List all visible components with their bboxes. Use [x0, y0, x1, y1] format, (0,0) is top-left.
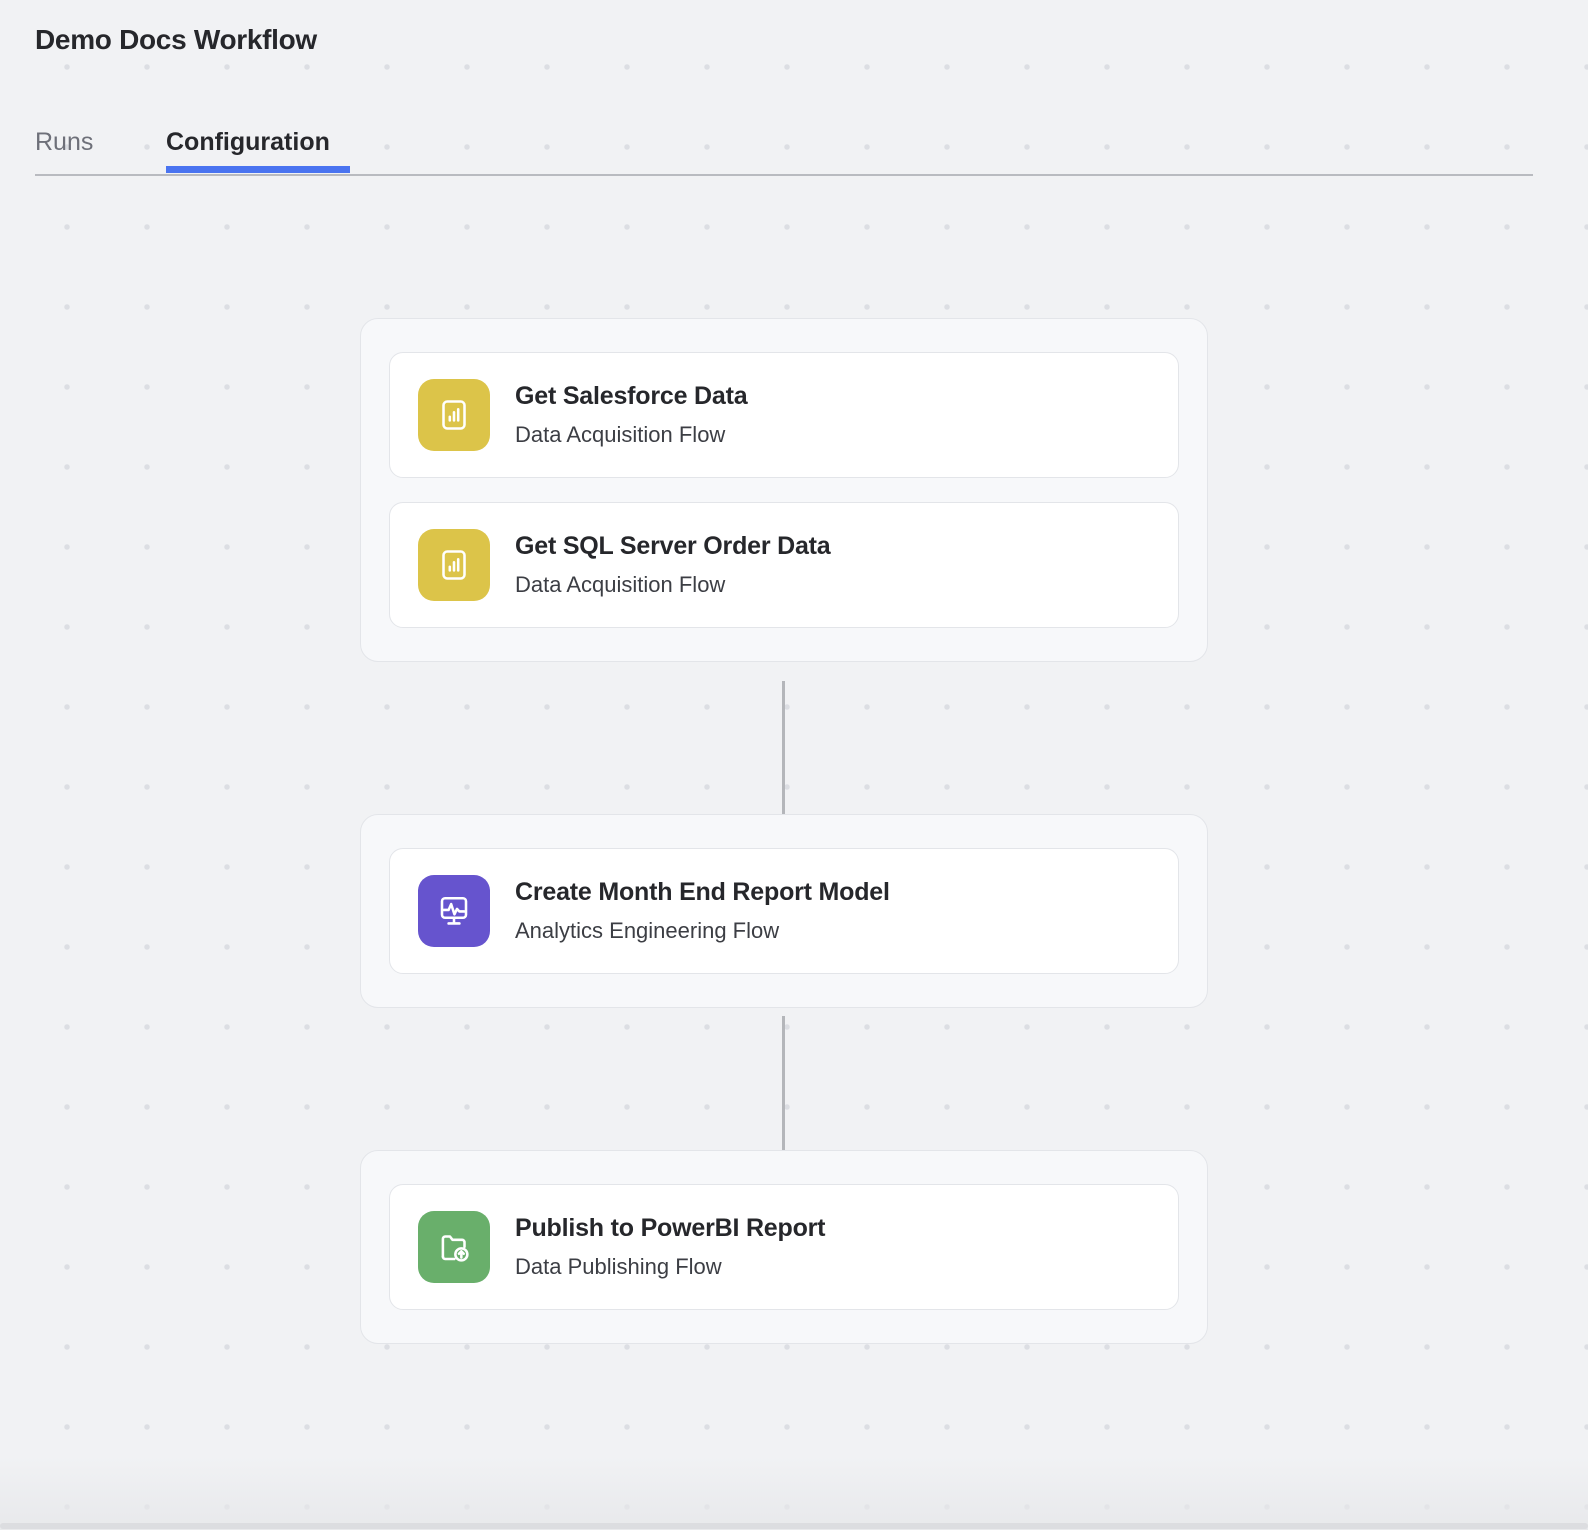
- node-subtitle: Data Acquisition Flow: [515, 571, 726, 597]
- connector-line-1: [782, 681, 785, 815]
- bar-chart-report-icon: [418, 379, 490, 451]
- node-title: Create Month End Report Model: [515, 877, 890, 906]
- page-title: Demo Docs Workflow: [35, 24, 317, 55]
- horizontal-scrollbar[interactable]: [0, 1522, 1588, 1530]
- node-title: Get Salesforce Data: [515, 381, 748, 410]
- node-subtitle: Data Acquisition Flow: [515, 421, 726, 447]
- bar-chart-report-icon: [418, 529, 490, 601]
- node-text: Publish to PowerBI Report Data Publishin…: [515, 1213, 825, 1282]
- node-text: Get SQL Server Order Data Data Acquisiti…: [515, 531, 831, 600]
- node-title: Get SQL Server Order Data: [515, 531, 831, 560]
- monitor-pulse-icon: [418, 875, 490, 947]
- folder-upload-icon: [418, 1211, 490, 1283]
- node-subtitle: Data Publishing Flow: [515, 1253, 722, 1279]
- node-card-get-sql-server-order-data[interactable]: Get SQL Server Order Data Data Acquisiti…: [389, 502, 1179, 628]
- node-group-3[interactable]: Publish to PowerBI Report Data Publishin…: [360, 1150, 1208, 1344]
- horizontal-scrollbar-thumb[interactable]: [0, 1523, 1588, 1529]
- node-group-1[interactable]: Get Salesforce Data Data Acquisition Flo…: [360, 318, 1208, 662]
- node-group-2[interactable]: Create Month End Report Model Analytics …: [360, 814, 1208, 1008]
- connector-line-2: [782, 1016, 785, 1151]
- node-text: Get Salesforce Data Data Acquisition Flo…: [515, 381, 748, 450]
- node-card-publish-to-powerbi-report[interactable]: Publish to PowerBI Report Data Publishin…: [389, 1184, 1179, 1310]
- node-card-get-salesforce-data[interactable]: Get Salesforce Data Data Acquisition Flo…: [389, 352, 1179, 478]
- tab-runs[interactable]: Runs: [35, 108, 93, 176]
- tab-bar: Runs Configuration: [35, 108, 1533, 176]
- active-tab-indicator: [166, 166, 350, 173]
- node-text: Create Month End Report Model Analytics …: [515, 877, 890, 946]
- node-card-create-month-end-report-model[interactable]: Create Month End Report Model Analytics …: [389, 848, 1179, 974]
- node-title: Publish to PowerBI Report: [515, 1213, 826, 1242]
- node-subtitle: Analytics Engineering Flow: [515, 917, 780, 943]
- workflow-canvas[interactable]: Get Salesforce Data Data Acquisition Flo…: [0, 0, 1588, 1530]
